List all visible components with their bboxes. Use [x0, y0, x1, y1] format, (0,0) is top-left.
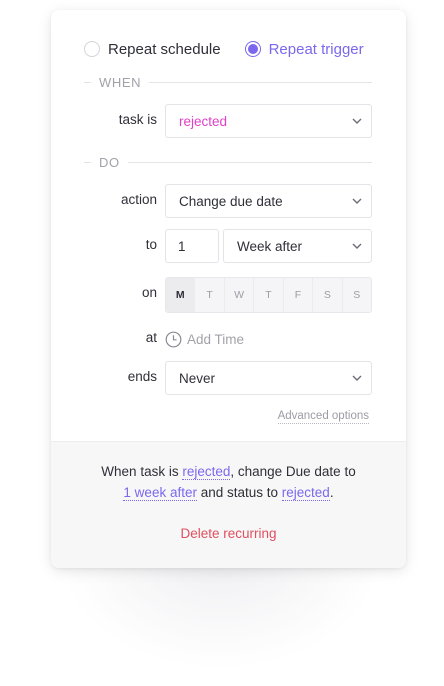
weekday-selector: M T W T F S S: [165, 277, 372, 313]
summary-text: and status to: [196, 485, 282, 500]
repeat-schedule-label: Repeat schedule: [108, 40, 221, 58]
weekday-button[interactable]: T: [194, 278, 224, 312]
when-section-header: WHEN: [84, 74, 372, 90]
repeat-schedule-radio[interactable]: Repeat schedule: [84, 41, 221, 58]
weekday-button[interactable]: M: [166, 278, 195, 312]
radio-circle-selected-icon: [244, 41, 261, 57]
action-select[interactable]: Change due date: [165, 184, 372, 218]
interval-unit-value: Week after: [237, 238, 303, 254]
do-section-header: DO: [84, 154, 372, 170]
interval-unit-select[interactable]: Week after: [223, 229, 372, 263]
summary-text: When task is: [101, 464, 183, 479]
repeat-mode-options: Repeat schedule Repeat trigger: [84, 38, 386, 60]
task-status-select[interactable]: rejected: [165, 104, 372, 138]
task-status-value: rejected: [179, 113, 228, 129]
at-label: at: [145, 330, 157, 345]
to-label: to: [145, 237, 157, 252]
do-heading: DO: [99, 154, 120, 170]
chevron-down-icon: [352, 374, 362, 382]
divider: [127, 161, 372, 163]
on-label: on: [141, 285, 157, 300]
radio-circle-icon: [84, 41, 100, 57]
delete-recurring-button[interactable]: Delete recurring: [51, 526, 406, 541]
weekday-button[interactable]: T: [253, 278, 283, 312]
action-value: Change due date: [179, 193, 283, 209]
summary-text: .: [329, 485, 334, 500]
chevron-down-icon: [352, 117, 362, 125]
ends-label: ends: [127, 369, 157, 384]
interval-value-input[interactable]: [165, 229, 219, 263]
weekday-button[interactable]: F: [282, 278, 313, 312]
divider: [149, 81, 372, 83]
divider: [84, 161, 91, 163]
repeat-trigger-label: Repeat trigger: [268, 40, 364, 58]
summary-status-link[interactable]: rejected: [182, 464, 231, 480]
action-label: action: [120, 192, 157, 207]
weekday-button[interactable]: S: [312, 278, 342, 312]
chevron-down-icon: [352, 242, 362, 250]
chevron-down-icon: [352, 197, 362, 205]
repeat-trigger-radio[interactable]: Repeat trigger: [244, 40, 364, 58]
ends-select[interactable]: Never: [165, 361, 372, 395]
recurrence-summary: When task is rejected, change Due date t…: [51, 461, 406, 503]
weekday-button[interactable]: W: [223, 278, 254, 312]
summary-new-status-link[interactable]: rejected: [281, 485, 330, 501]
weekday-button[interactable]: S: [341, 278, 371, 312]
recurring-settings-card: Repeat schedule Repeat trigger WHEN task…: [51, 10, 406, 568]
when-heading: WHEN: [99, 74, 142, 90]
advanced-options-link[interactable]: Advanced options: [277, 410, 369, 424]
summary-footer: When task is rejected, change Due date t…: [51, 441, 406, 568]
ends-value: Never: [179, 370, 216, 386]
clock-icon: [165, 331, 182, 348]
divider: [84, 81, 91, 83]
task-is-label: task is: [118, 112, 157, 127]
summary-text: , change Due date to: [230, 464, 356, 479]
add-time-button[interactable]: Add Time: [165, 330, 244, 348]
add-time-text: Add Time: [187, 331, 245, 347]
summary-interval-link[interactable]: 1 week after: [123, 485, 197, 501]
